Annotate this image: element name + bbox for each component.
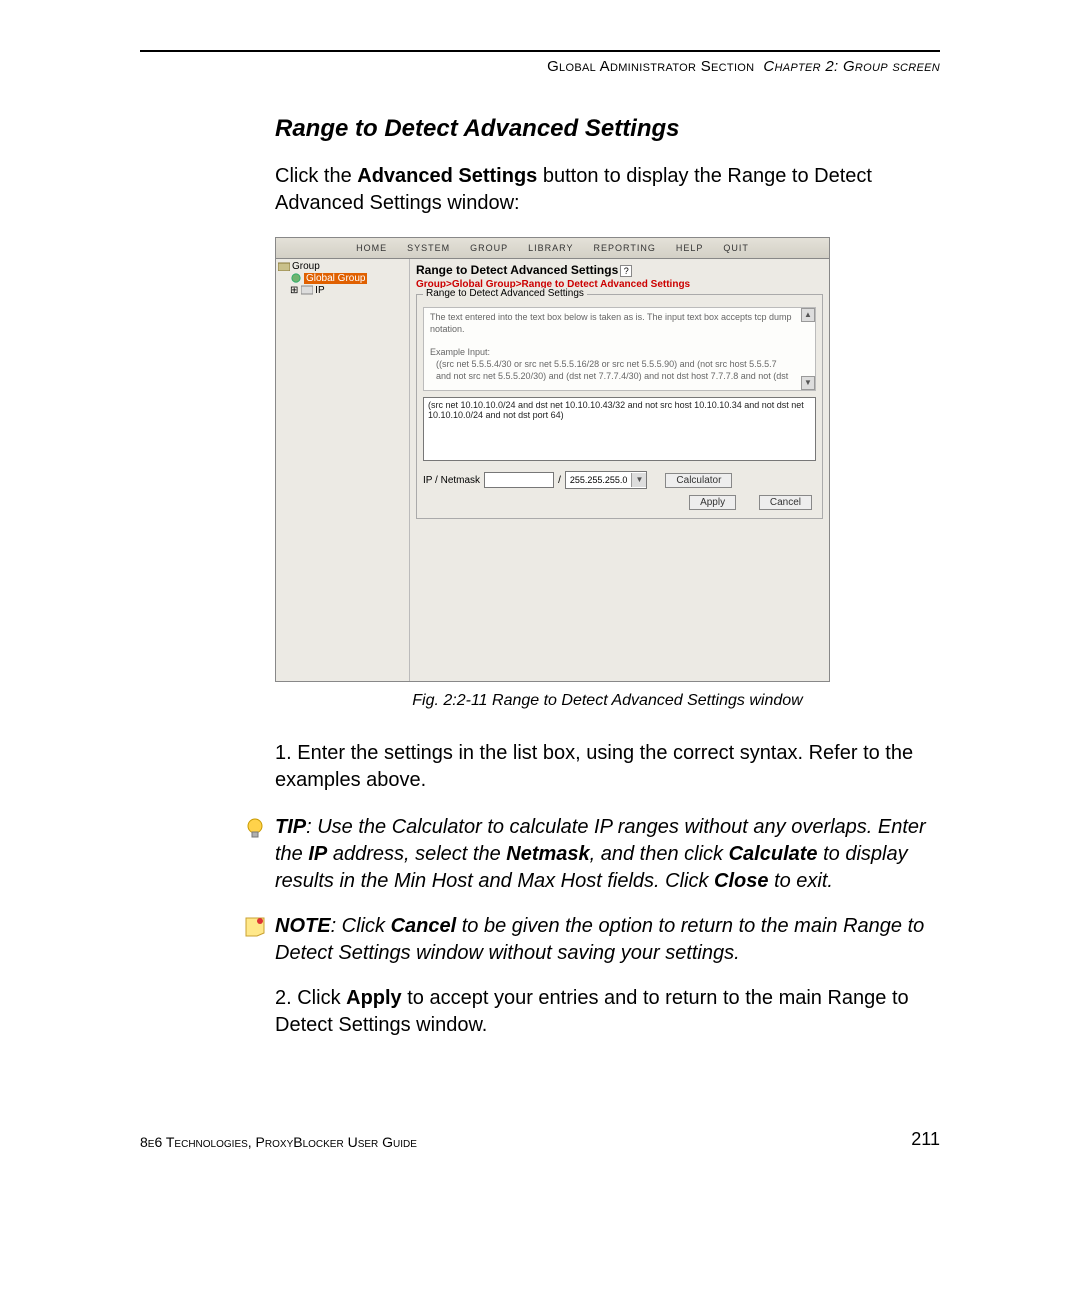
ip-input[interactable] [484, 472, 554, 488]
tree-root[interactable]: Group [278, 261, 407, 272]
page-number: 211 [911, 1129, 940, 1150]
apply-button[interactable]: Apply [689, 495, 736, 510]
help-icon[interactable]: ? [620, 265, 632, 277]
menu-group[interactable]: GROUP [470, 243, 508, 253]
footer-guide-name: 8e6 Technologies, ProxyBlocker User Guid… [140, 1134, 417, 1150]
fieldset-legend: Range to Detect Advanced Settings [423, 288, 587, 299]
figure-caption: Fig. 2:2-11 Range to Detect Advanced Set… [275, 692, 940, 710]
section-heading: Range to Detect Advanced Settings [275, 115, 940, 143]
menu-quit[interactable]: QUIT [723, 243, 749, 253]
step-2: 2. Click Apply to accept your entries an… [275, 985, 940, 1039]
running-header: Global Administrator Section Chapter 2: … [140, 58, 940, 75]
lightbulb-icon [243, 816, 267, 840]
screenshot-figure: HOME SYSTEM GROUP LIBRARY REPORTING HELP… [275, 237, 830, 682]
panel-title: Range to Detect Advanced Settings? [416, 263, 823, 277]
tree-sidebar: Group Global Group ⊞ IP [276, 259, 410, 681]
slash-label: / [558, 475, 561, 486]
settings-fieldset: Range to Detect Advanced Settings ▲ The … [416, 294, 823, 519]
ip-netmask-label: IP / Netmask [423, 475, 480, 486]
group-icon [278, 261, 290, 271]
menu-reporting[interactable]: REPORTING [594, 243, 656, 253]
menu-home[interactable]: HOME [356, 243, 387, 253]
ip-icon [301, 285, 313, 295]
chevron-down-icon: ▼ [631, 473, 646, 487]
netmask-select[interactable]: 255.255.255.0 ▼ [565, 471, 648, 489]
app-window: HOME SYSTEM GROUP LIBRARY REPORTING HELP… [275, 237, 830, 682]
note-icon [243, 915, 267, 939]
menu-library[interactable]: LIBRARY [528, 243, 573, 253]
intro-paragraph: Click the Advanced Settings button to di… [275, 163, 940, 217]
rules-input[interactable]: (src net 10.10.10.0/24 and dst net 10.10… [423, 397, 816, 461]
tree-global-group[interactable]: Global Group [278, 273, 407, 284]
scroll-up-button[interactable]: ▲ [801, 308, 815, 322]
tip-callout: TIP: Use the Calculator to calculate IP … [243, 814, 940, 895]
tree-ip[interactable]: ⊞ IP [278, 285, 407, 296]
note-callout: NOTE: Click Cancel to be given the optio… [243, 913, 940, 967]
globe-icon [290, 273, 302, 283]
menu-help[interactable]: HELP [676, 243, 704, 253]
menu-system[interactable]: SYSTEM [407, 243, 450, 253]
cancel-button[interactable]: Cancel [759, 495, 812, 510]
scroll-down-button[interactable]: ▼ [801, 376, 815, 390]
step-1: 1. Enter the settings in the list box, u… [275, 740, 940, 794]
help-text-box: ▲ The text entered into the text box bel… [423, 307, 816, 391]
menubar: HOME SYSTEM GROUP LIBRARY REPORTING HELP… [276, 238, 829, 259]
calculator-button[interactable]: Calculator [665, 473, 732, 488]
